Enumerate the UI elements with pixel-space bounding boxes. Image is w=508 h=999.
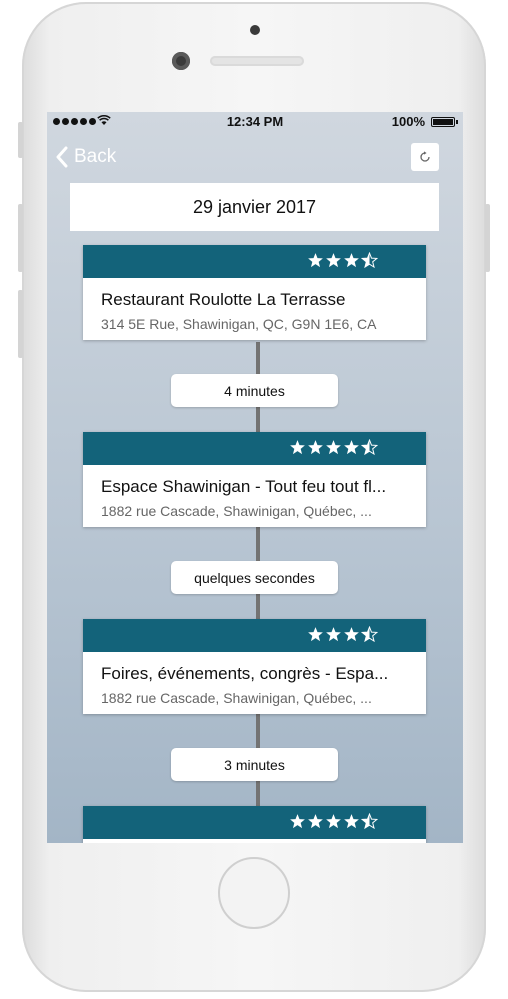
card-header: [83, 432, 426, 465]
rating-stars: [307, 626, 378, 643]
travel-duration-label: 4 minutes: [224, 382, 285, 399]
travel-duration-label: quelques secondes: [194, 569, 315, 586]
star-full-icon: [308, 253, 323, 268]
place-address: 1882 rue Cascade, Shawinigan, Québec, ..…: [101, 690, 372, 706]
place-address: 1882 rue Cascade, Shawinigan, Québec, ..…: [101, 503, 372, 519]
star-half-icon: [361, 813, 378, 830]
star-full-icon: [344, 253, 359, 268]
card-body: Foires, événements, congrès - Espa... 18…: [83, 652, 426, 714]
travel-duration-label: 3 minutes: [224, 756, 285, 773]
rating-stars: [307, 252, 378, 269]
star-full-icon: [290, 440, 305, 455]
mute-switch: [18, 122, 23, 158]
rating-stars: [289, 813, 378, 830]
refresh-icon: [420, 151, 430, 162]
place-name: Foires, événements, congrès - Espa...: [101, 664, 389, 683]
star-full-icon: [344, 627, 359, 642]
place-card[interactable]: Restaurant Roulotte La Terrasse 314 5E R…: [83, 245, 426, 340]
travel-duration-badge: 4 minutes: [171, 374, 338, 407]
date-header: 29 janvier 2017: [70, 183, 439, 231]
battery-percentage: 100%: [391, 114, 425, 129]
card-header: [83, 619, 426, 652]
star-full-icon: [290, 814, 305, 829]
app-screen: 12:34 PM 100% Back 29 janvier 2017 Resta…: [47, 112, 463, 843]
card-body: Espace Shawinigan - Tout feu tout fl... …: [83, 465, 426, 527]
star-full-icon: [326, 440, 341, 455]
refresh-button[interactable]: [411, 143, 439, 171]
chevron-left-icon: [56, 146, 68, 168]
front-camera: [172, 52, 190, 70]
star-full-icon: [308, 440, 323, 455]
star-half-icon: [361, 439, 378, 456]
star-full-icon: [326, 627, 341, 642]
rating-stars: [289, 439, 378, 456]
back-button[interactable]: Back: [55, 146, 116, 168]
speaker-grille: [210, 56, 304, 66]
place-card[interactable]: Espace Shawinigan - Tout feu tout fl... …: [83, 432, 426, 527]
star-full-icon: [344, 440, 359, 455]
place-card[interactable]: [83, 806, 426, 843]
date-label: 29 janvier 2017: [192, 196, 317, 217]
place-address: 314 5E Rue, Shawinigan, QC, G9N 1E6, CA: [101, 316, 377, 332]
place-name: Espace Shawinigan - Tout feu tout fl...: [101, 477, 387, 496]
back-label: Back: [74, 146, 117, 167]
star-full-icon: [344, 814, 359, 829]
card-body: [83, 839, 426, 843]
status-bar: 12:34 PM 100%: [47, 112, 463, 132]
star-full-icon: [326, 814, 341, 829]
travel-duration-badge: quelques secondes: [171, 561, 338, 594]
card-body: Restaurant Roulotte La Terrasse 314 5E R…: [83, 278, 426, 340]
star-full-icon: [326, 253, 341, 268]
star-half-icon: [361, 252, 378, 269]
star-full-icon: [308, 814, 323, 829]
earpiece-dot: [250, 25, 260, 35]
star-half-icon: [361, 626, 378, 643]
battery-icon: [431, 117, 458, 127]
power-button: [485, 204, 490, 272]
volume-up-button: [18, 204, 23, 272]
home-button[interactable]: [218, 857, 290, 929]
place-card[interactable]: Foires, événements, congrès - Espa... 18…: [83, 619, 426, 714]
travel-duration-badge: 3 minutes: [171, 748, 338, 781]
volume-down-button: [18, 290, 23, 358]
star-full-icon: [308, 627, 323, 642]
card-header: [83, 806, 426, 839]
card-header: [83, 245, 426, 278]
place-name: Restaurant Roulotte La Terrasse: [101, 290, 346, 309]
